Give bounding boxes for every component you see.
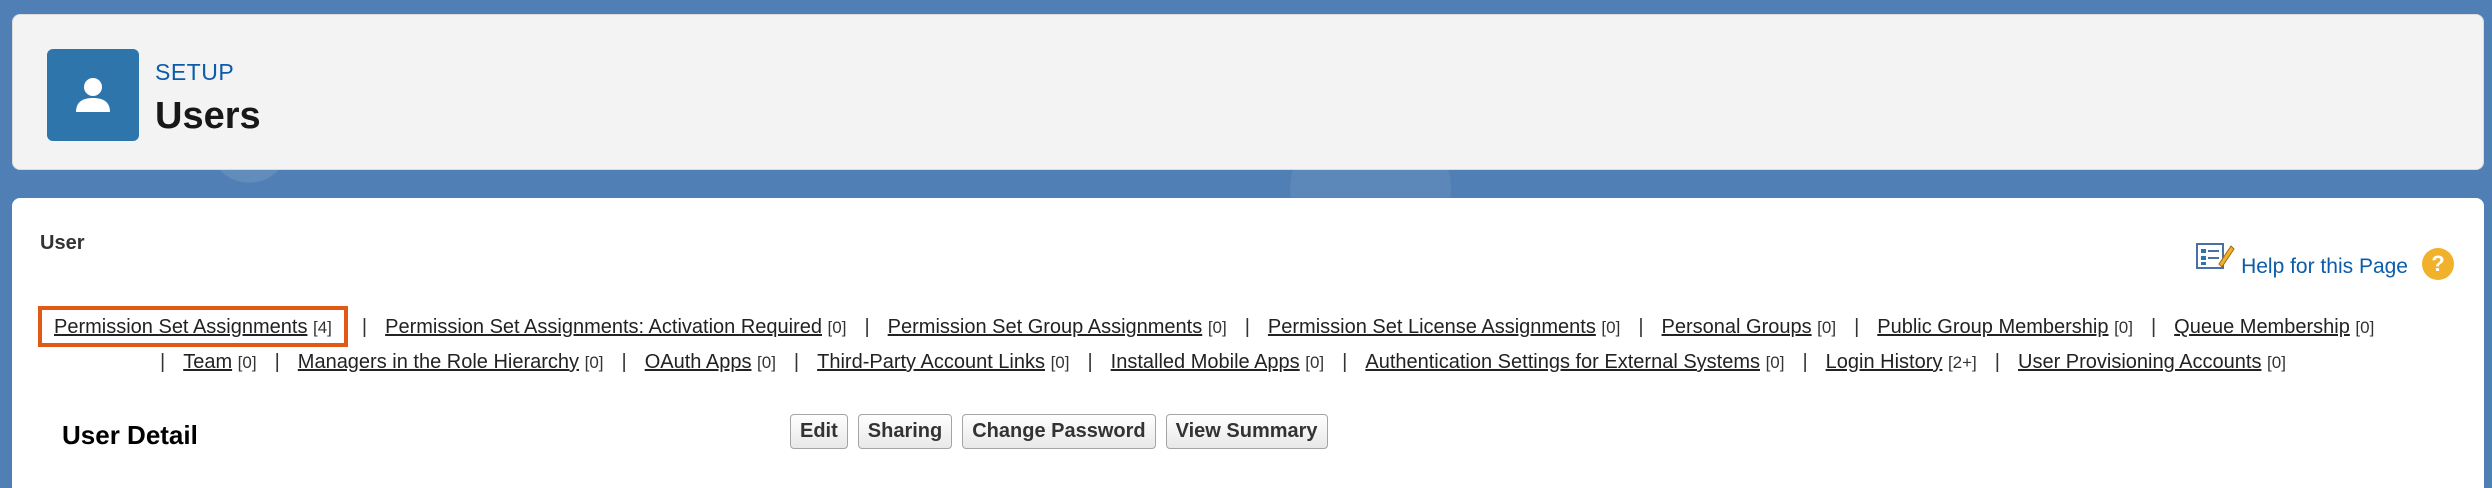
link-count: [0] bbox=[1601, 318, 1621, 337]
queue-membership-link[interactable]: Queue Membership bbox=[2174, 316, 2350, 338]
link-count: [0] bbox=[1305, 353, 1325, 372]
related-link-item: Managers in the Role Hierarchy [0] bbox=[294, 347, 608, 378]
link-count: [0] bbox=[1050, 353, 1070, 372]
permission-set-group-assignments-link[interactable]: Permission Set Group Assignments bbox=[888, 316, 1203, 338]
link-separator: | bbox=[621, 351, 627, 373]
change-password-button[interactable]: Change Password bbox=[962, 414, 1156, 449]
link-separator: | bbox=[1994, 351, 2000, 373]
related-link-item: Login History [2+] bbox=[1822, 347, 1981, 378]
related-link-item: Queue Membership [0] bbox=[2170, 312, 2378, 343]
related-link-item: Personal Groups [0] bbox=[1658, 312, 1841, 343]
user-provisioning-accounts-link[interactable]: User Provisioning Accounts bbox=[2018, 351, 2261, 373]
related-link-item: User Provisioning Accounts [0] bbox=[2014, 347, 2290, 378]
page-header: SETUP Users bbox=[12, 14, 2484, 170]
related-link-item: OAuth Apps [0] bbox=[641, 347, 780, 378]
user-detail-title: User Detail bbox=[62, 420, 198, 450]
sharing-button[interactable]: Sharing bbox=[857, 414, 953, 449]
personal-groups-link[interactable]: Personal Groups bbox=[1662, 316, 1812, 338]
related-links-line-1: Permission Set Assignments [4] | Permissio… bbox=[38, 306, 2452, 347]
highlighted-link-box: Permission Set Assignments [4] bbox=[38, 306, 348, 347]
link-count: [0] bbox=[2267, 353, 2286, 372]
managers-in-role-hierarchy-link[interactable]: Managers in the Role Hierarchy bbox=[298, 351, 579, 373]
related-link-item: Authentication Settings for External Sys… bbox=[1361, 347, 1788, 378]
section-label: User bbox=[40, 232, 85, 254]
related-list-links: Permission Set Assignments [4] | Permissio… bbox=[38, 306, 2452, 378]
related-link-item: Permission Set License Assignments [0] bbox=[1264, 312, 1624, 343]
related-link-item: Public Group Membership [0] bbox=[1873, 312, 2137, 343]
link-count: [0] bbox=[1817, 318, 1837, 337]
oauth-apps-link[interactable]: OAuth Apps bbox=[645, 351, 752, 373]
link-separator: | bbox=[864, 316, 870, 338]
related-links-line-2: | Team [0] | Managers in the Role Hierarchy… bbox=[52, 347, 2452, 378]
link-separator: | bbox=[361, 316, 368, 338]
link-separator: | bbox=[274, 351, 280, 373]
link-separator: | bbox=[2150, 316, 2157, 338]
link-count: [0] bbox=[2355, 318, 2375, 337]
link-count: [0] bbox=[1207, 318, 1227, 337]
link-count: [4] bbox=[313, 318, 332, 337]
link-separator: | bbox=[1342, 351, 1348, 373]
link-separator: | bbox=[1638, 316, 1644, 338]
team-link[interactable]: Team bbox=[183, 351, 232, 373]
link-separator: | bbox=[1854, 316, 1860, 338]
page-title: Users bbox=[155, 95, 261, 137]
permission-set-assignments-activation-link[interactable]: Permission Set Assignments: Activation R… bbox=[385, 316, 822, 338]
related-link-item: Team [0] bbox=[179, 347, 260, 378]
setup-label: SETUP bbox=[155, 59, 235, 85]
link-separator: | bbox=[160, 351, 166, 373]
link-count: [0] bbox=[1765, 353, 1785, 372]
link-count: [0] bbox=[584, 353, 604, 372]
related-link-item: Permission Set Assignments [4] bbox=[50, 312, 336, 343]
view-summary-button[interactable]: View Summary bbox=[1165, 414, 1328, 449]
related-link-item: Permission Set Group Assignments [0] bbox=[884, 312, 1231, 343]
installed-mobile-apps-link[interactable]: Installed Mobile Apps bbox=[1111, 351, 1300, 373]
link-separator: | bbox=[1087, 351, 1093, 373]
detail-button-bar: Edit Sharing Change Password View Summar… bbox=[790, 414, 1328, 449]
help-area: Help for this Page ? bbox=[2195, 240, 2454, 281]
authentication-settings-external-systems-link[interactable]: Authentication Settings for External Sys… bbox=[1365, 351, 1760, 373]
permission-set-assignments-link[interactable]: Permission Set Assignments bbox=[54, 316, 307, 338]
help-page-icon[interactable] bbox=[2195, 240, 2235, 281]
link-count: [0] bbox=[2114, 318, 2133, 337]
link-count: [0] bbox=[827, 318, 847, 337]
help-for-this-page-link[interactable]: Help for this Page bbox=[2241, 255, 2408, 279]
link-separator: | bbox=[793, 351, 800, 373]
permission-set-license-assignments-link[interactable]: Permission Set License Assignments bbox=[1268, 316, 1596, 338]
link-count: [0] bbox=[757, 353, 776, 372]
related-link-item: Third-Party Account Links [0] bbox=[813, 347, 1073, 378]
link-count: [0] bbox=[237, 353, 257, 372]
edit-button[interactable]: Edit bbox=[790, 414, 848, 449]
public-group-membership-link[interactable]: Public Group Membership bbox=[1877, 316, 2108, 338]
user-icon bbox=[47, 49, 139, 141]
link-separator: | bbox=[1802, 351, 1808, 373]
help-question-icon[interactable]: ? bbox=[2422, 247, 2454, 280]
related-link-item: Permission Set Assignments: Activation R… bbox=[381, 312, 850, 343]
related-link-item: Installed Mobile Apps [0] bbox=[1107, 347, 1328, 378]
login-history-link[interactable]: Login History bbox=[1826, 351, 1943, 373]
content-card: User Help for this Page ? Permission Set… bbox=[12, 198, 2484, 488]
link-count: [2+] bbox=[1947, 353, 1977, 372]
link-separator: | bbox=[1244, 316, 1250, 338]
third-party-account-links-link[interactable]: Third-Party Account Links bbox=[817, 351, 1045, 373]
